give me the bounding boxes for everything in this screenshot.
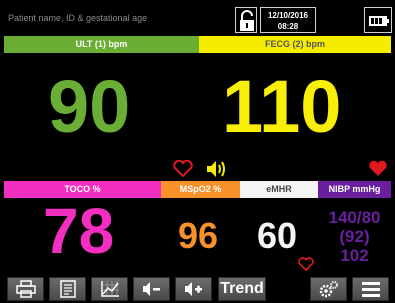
settings-button[interactable] — [310, 277, 347, 301]
heart-filled-icon — [369, 160, 387, 176]
monitor-screen: Patient name, ID & gestational age 12/10… — [0, 0, 395, 303]
nibp-values: 140/80 (92) 102 — [318, 208, 391, 265]
mspo2-label[interactable]: MSpO2 % — [161, 181, 240, 198]
report-button[interactable] — [49, 277, 86, 301]
menu-button[interactable] — [352, 277, 389, 301]
emhr-value: 60 — [257, 215, 298, 256]
battery-status — [364, 7, 392, 33]
heart-outline-icon — [173, 160, 193, 178]
toco-value: 78 — [43, 195, 115, 267]
patient-info-field[interactable]: Patient name, ID & gestational age — [8, 13, 147, 23]
bottom-toolbar: Trend — [0, 275, 395, 303]
emhr-heart-icon — [298, 257, 314, 272]
date-time-display: 12/10/2016 08:28 — [260, 7, 316, 33]
chart-button[interactable] — [91, 277, 128, 301]
speaker-icon[interactable] — [205, 159, 227, 179]
mspo2-value: 96 — [178, 215, 219, 256]
menu-icon — [361, 282, 380, 297]
fecg-heart-rate-value: 110 — [222, 65, 342, 148]
print-button[interactable] — [7, 277, 44, 301]
nibp-mean: (92) — [339, 227, 370, 246]
time-text: 08:28 — [277, 22, 299, 31]
settings-icon — [319, 281, 338, 298]
status-bar: Patient name, ID & gestational age 12/10… — [4, 4, 392, 34]
trend-button[interactable]: Trend — [218, 277, 266, 301]
unlock-icon — [240, 10, 254, 31]
nibp-label[interactable]: NIBP mmHg — [318, 181, 391, 198]
trend-button-label: Trend — [220, 280, 264, 297]
ult-channel-label[interactable]: ULT (1) bpm — [4, 36, 199, 53]
fecg-channel-label[interactable]: FECG (2) bpm — [199, 36, 391, 53]
volume-up-button[interactable] — [175, 277, 212, 301]
emhr-label[interactable]: eMHR — [240, 181, 318, 198]
lock-button[interactable] — [235, 7, 257, 33]
battery-icon — [369, 16, 389, 26]
date-text: 12/10/2016 — [267, 11, 309, 20]
nibp-systolic-diastolic: 140/80 — [328, 208, 381, 227]
volume-up-icon — [184, 282, 202, 296]
volume-down-button[interactable] — [133, 277, 170, 301]
chart-icon — [100, 281, 119, 297]
report-icon — [59, 280, 76, 298]
print-icon — [15, 280, 36, 298]
nibp-pulse: 102 — [340, 246, 369, 265]
ult-heart-rate-value: 90 — [48, 65, 131, 148]
volume-down-icon — [142, 282, 160, 296]
